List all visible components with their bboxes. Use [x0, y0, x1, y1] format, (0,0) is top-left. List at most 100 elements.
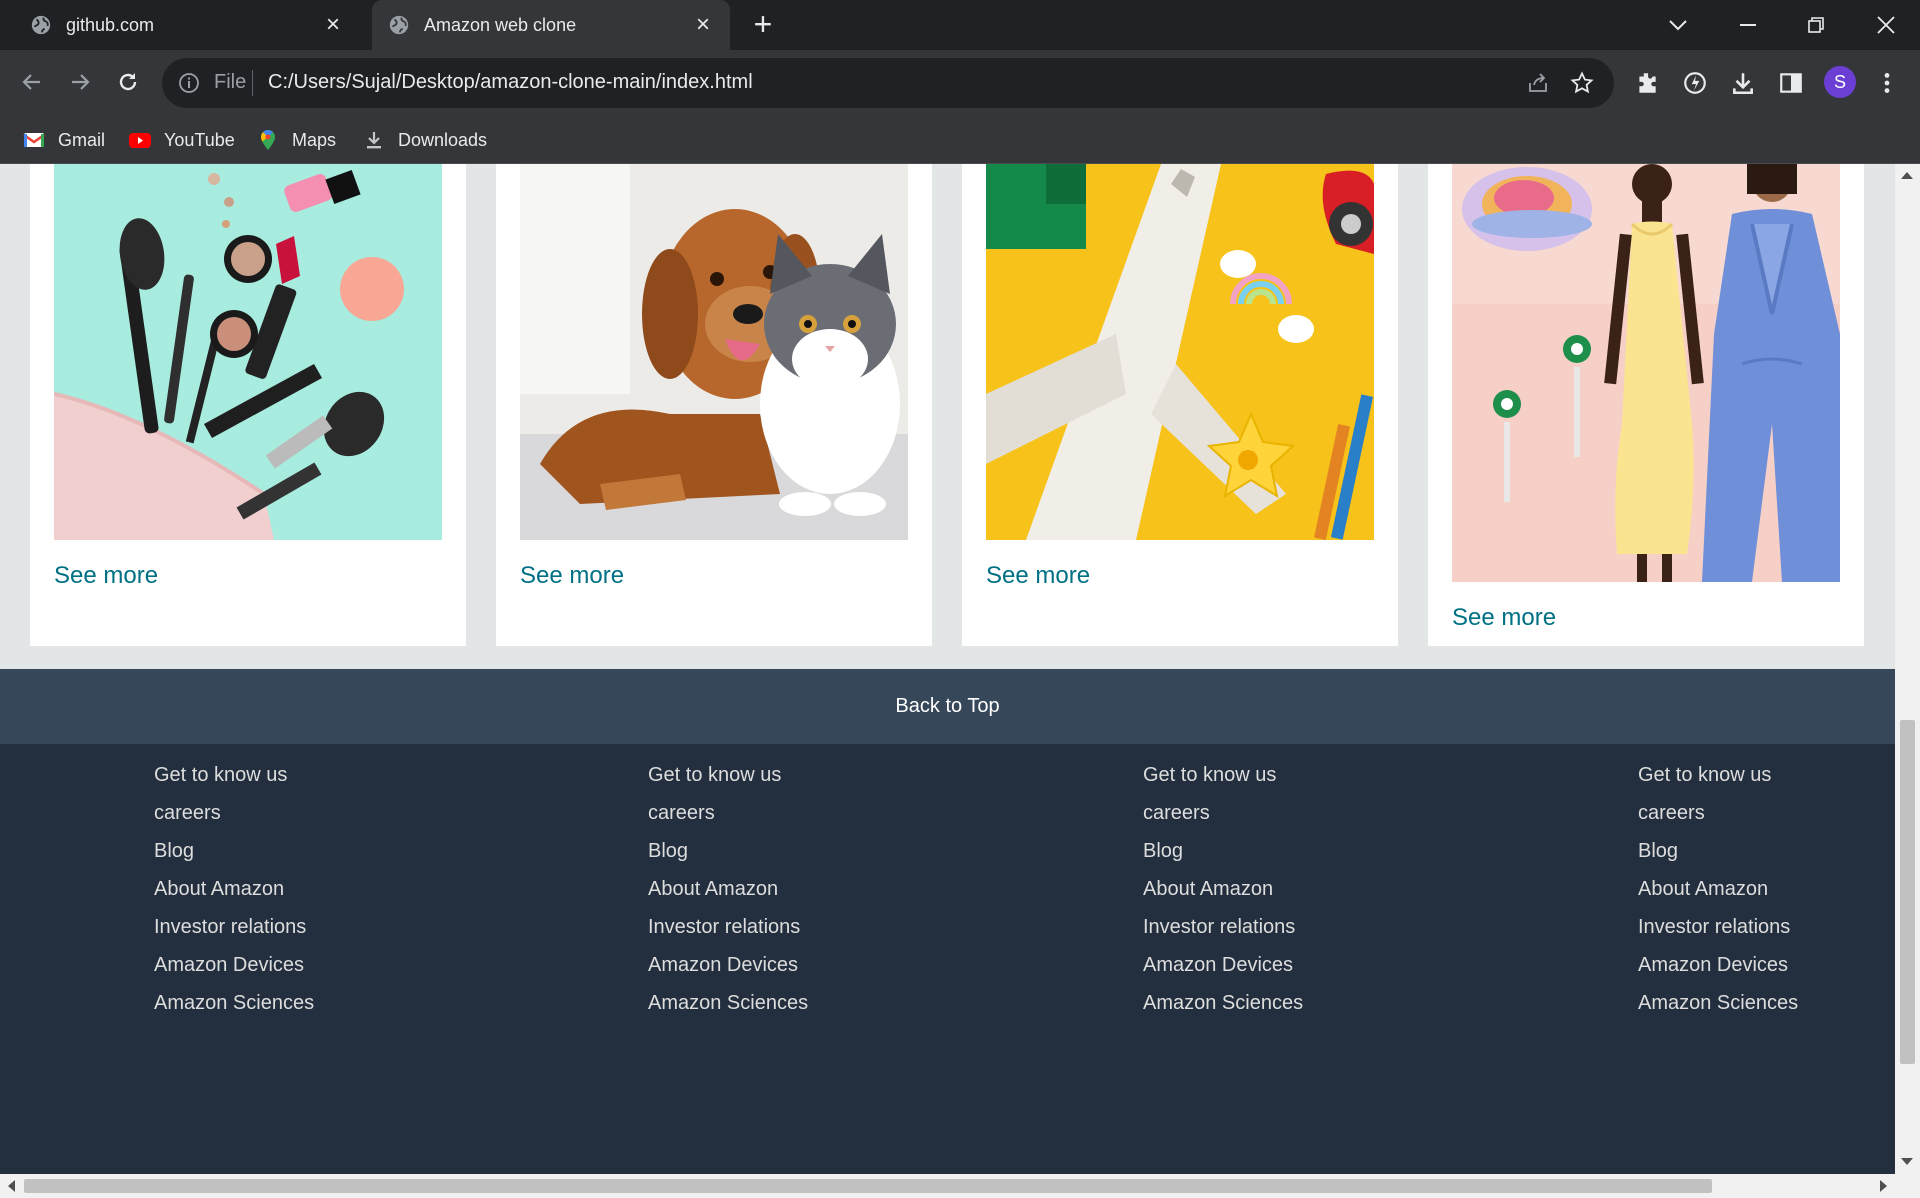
footer-link[interactable]: Investor relations	[154, 908, 314, 946]
footer-link[interactable]: Get to know us	[154, 756, 314, 794]
new-tab-button[interactable]: +	[748, 8, 778, 40]
footer-column: Get to know us careers Blog About Amazon…	[1143, 756, 1303, 1022]
reload-button[interactable]	[110, 64, 146, 100]
see-more-link[interactable]: See more	[1452, 604, 1556, 632]
footer-link[interactable]: About Amazon	[154, 870, 314, 908]
footer-link[interactable]: About Amazon	[1638, 870, 1798, 908]
footer-link[interactable]: Get to know us	[648, 756, 808, 794]
bookmark-downloads[interactable]: Downloads	[362, 116, 487, 164]
globe-icon	[31, 15, 51, 35]
close-tab-icon[interactable]: ×	[692, 13, 714, 37]
footer-link[interactable]: careers	[154, 794, 314, 832]
footer-link[interactable]: careers	[648, 794, 808, 832]
download-icon[interactable]	[1730, 70, 1756, 96]
vertical-scroll-thumb[interactable]	[1900, 720, 1915, 1064]
tab-strip: github.com × Amazon web clone × +	[0, 0, 1920, 50]
category-card: See more	[962, 164, 1398, 646]
footer-link[interactable]: Amazon Devices	[648, 946, 808, 984]
address-bar[interactable]: File C:/Users/Sujal/Desktop/amazon-clone…	[162, 58, 1614, 108]
footer-link[interactable]: careers	[1143, 794, 1303, 832]
scroll-right-arrow-icon[interactable]	[1880, 1180, 1887, 1192]
bookmarks-bar: Gmail YouTube Maps Downloads	[0, 116, 1920, 164]
footer-link[interactable]: Amazon Devices	[1638, 946, 1798, 984]
footer-column: Get to know us careers Blog About Amazon…	[648, 756, 808, 1022]
footer-link[interactable]: Amazon Sciences	[1638, 984, 1798, 1022]
makeup-products-image[interactable]	[54, 164, 442, 540]
vertical-scrollbar[interactable]	[1895, 164, 1920, 1174]
close-window-button[interactable]	[1856, 0, 1916, 50]
arrow-left-icon	[22, 74, 40, 90]
footer-link[interactable]: Get to know us	[1638, 756, 1798, 794]
footer-link[interactable]: Blog	[154, 832, 314, 870]
extensions-icon[interactable]	[1634, 70, 1660, 96]
maps-icon	[261, 130, 275, 150]
see-more-link[interactable]: See more	[986, 562, 1090, 590]
tab-amazon-clone[interactable]: Amazon web clone ×	[372, 0, 730, 50]
close-tab-icon[interactable]: ×	[322, 13, 344, 37]
tab-title: Amazon web clone	[424, 14, 577, 35]
share-icon[interactable]	[1526, 71, 1550, 95]
horizontal-scroll-thumb[interactable]	[24, 1179, 1712, 1193]
footer-link[interactable]: Investor relations	[1638, 908, 1798, 946]
url-text[interactable]: C:/Users/Sujal/Desktop/amazon-clone-main…	[268, 71, 753, 94]
back-button[interactable]	[14, 64, 50, 100]
minimize-icon	[1740, 24, 1756, 26]
gmail-icon	[23, 133, 45, 147]
star-icon[interactable]	[1570, 71, 1594, 95]
restore-icon	[1808, 17, 1824, 33]
footer-link[interactable]: Amazon Sciences	[648, 984, 808, 1022]
bookmark-label: Downloads	[398, 129, 488, 150]
footer-link[interactable]: Blog	[1638, 832, 1798, 870]
globe-icon	[389, 15, 409, 35]
footer-link[interactable]: About Amazon	[648, 870, 808, 908]
forward-button[interactable]	[62, 64, 98, 100]
footer-link[interactable]: About Amazon	[1143, 870, 1303, 908]
toy-airplane-image[interactable]	[986, 164, 1374, 540]
footer-link[interactable]: Amazon Devices	[1143, 946, 1303, 984]
side-panel-icon[interactable]	[1778, 70, 1804, 96]
bookmark-label: Maps	[292, 129, 337, 150]
info-icon[interactable]	[178, 72, 200, 94]
minimize-button[interactable]	[1718, 0, 1778, 50]
bookmark-label: YouTube	[164, 129, 235, 150]
dog-and-cat-image[interactable]	[520, 164, 908, 540]
profile-avatar[interactable]: S	[1824, 66, 1856, 98]
youtube-icon	[129, 133, 151, 148]
address-separator	[252, 70, 253, 96]
tab-github[interactable]: github.com ×	[30, 0, 360, 50]
sync-extension-icon[interactable]	[1682, 70, 1708, 96]
bookmark-maps[interactable]: Maps	[256, 116, 336, 164]
see-more-link[interactable]: See more	[54, 562, 158, 590]
footer-link[interactable]: Blog	[1143, 832, 1303, 870]
footer-link[interactable]: Investor relations	[648, 908, 808, 946]
scroll-down-arrow-icon[interactable]	[1901, 1158, 1913, 1165]
footer-link[interactable]: Investor relations	[1143, 908, 1303, 946]
bookmark-label: Gmail	[58, 129, 106, 150]
tab-title: github.com	[66, 14, 155, 35]
scroll-left-arrow-icon[interactable]	[8, 1180, 15, 1192]
scroll-up-arrow-icon[interactable]	[1901, 172, 1913, 179]
tab-search-button[interactable]	[1648, 0, 1708, 50]
page-viewport: See more See more See more See more Back…	[0, 164, 1895, 1174]
footer-link[interactable]: Amazon Sciences	[1143, 984, 1303, 1022]
footer-column: Get to know us careers Blog About Amazon…	[154, 756, 314, 1022]
see-more-link[interactable]: See more	[520, 562, 624, 590]
back-to-top-button[interactable]: Back to Top	[0, 669, 1895, 744]
footer-link[interactable]: Get to know us	[1143, 756, 1303, 794]
footer-link[interactable]: Amazon Sciences	[154, 984, 314, 1022]
download-icon	[367, 132, 381, 149]
bookmark-gmail[interactable]: Gmail	[22, 116, 105, 164]
scheme-label: File	[214, 71, 247, 93]
browser-toolbar: File C:/Users/Sujal/Desktop/amazon-clone…	[0, 50, 1920, 116]
bookmark-youtube[interactable]: YouTube	[128, 116, 235, 164]
fashion-models-image[interactable]	[1452, 164, 1840, 582]
horizontal-scrollbar[interactable]	[0, 1174, 1920, 1198]
reload-icon	[119, 73, 137, 91]
footer-link[interactable]: Blog	[648, 832, 808, 870]
chevron-down-icon	[1669, 20, 1687, 31]
footer-link[interactable]: Amazon Devices	[154, 946, 314, 984]
category-card: See more	[30, 164, 466, 646]
footer-link[interactable]: careers	[1638, 794, 1798, 832]
restore-button[interactable]	[1786, 0, 1846, 50]
kebab-menu-icon[interactable]	[1874, 70, 1900, 96]
